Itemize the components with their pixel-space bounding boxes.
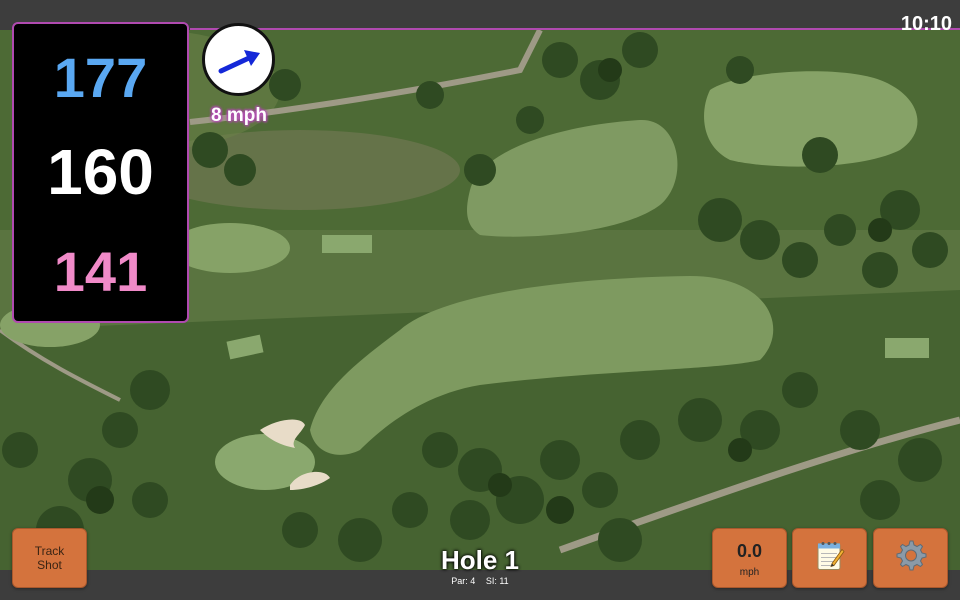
par-label: Par: 4 [451, 576, 476, 586]
middle-distance: 160 [47, 136, 154, 208]
speed-button[interactable]: 0.0 mph [712, 528, 787, 588]
accent-line [190, 28, 960, 30]
stroke-index-label: SI: 11 [485, 576, 509, 586]
notes-button[interactable] [792, 528, 867, 588]
track-shot-label-line2: Shot [37, 558, 62, 572]
hole-title: Hole 1 [440, 545, 520, 575]
settings-button[interactable] [873, 528, 948, 588]
hole-info: Par: 4 SI: 11 [380, 576, 580, 586]
notepad-icon [817, 542, 845, 570]
clock: 10:10 [900, 13, 952, 35]
distance-panel: 177 160 141 [12, 22, 189, 323]
wind-speed-label: 8 mph [211, 105, 267, 126]
back-distance: 177 [53, 46, 148, 109]
speed-value: 0.0 [736, 541, 763, 561]
speed-unit: mph [739, 567, 760, 578]
gear-icon [896, 540, 926, 571]
track-shot-label-line1: Track [34, 544, 65, 558]
front-distance: 141 [53, 240, 148, 303]
arrow-icon [218, 50, 260, 74]
wind-direction-dial [202, 23, 275, 96]
track-shot-button[interactable]: Track Shot [12, 528, 87, 588]
